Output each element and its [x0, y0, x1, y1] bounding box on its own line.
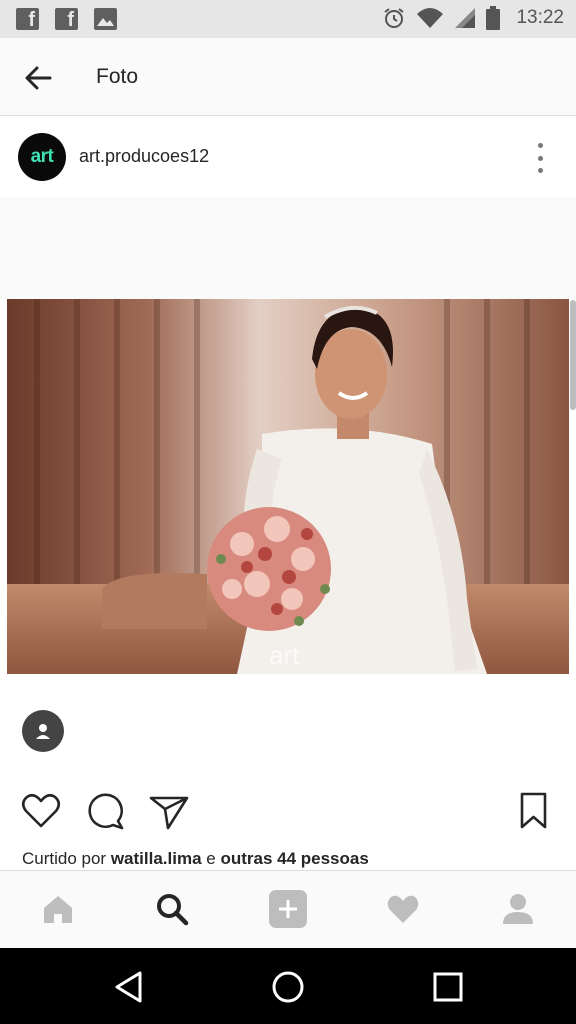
signal-icon	[455, 8, 476, 28]
send-icon[interactable]	[148, 790, 190, 832]
system-navigation-bar	[0, 948, 576, 1024]
heart-icon[interactable]	[20, 790, 62, 832]
photo-watermark: art	[269, 640, 300, 670]
avatar[interactable]: art	[18, 133, 66, 181]
post-spacer	[0, 197, 576, 299]
facebook-icon: f	[16, 8, 39, 31]
facebook-icon: f	[55, 8, 78, 31]
alarm-icon	[384, 8, 405, 28]
post-tag-area	[0, 674, 576, 774]
wifi-icon	[417, 8, 444, 28]
post-username[interactable]: art.producoes12	[79, 146, 209, 167]
person-tag-icon[interactable]	[22, 710, 64, 752]
top-app-bar: Foto	[0, 38, 576, 116]
add-icon[interactable]	[268, 889, 308, 929]
search-icon[interactable]	[152, 889, 192, 929]
likes-prefix: Curtido por	[22, 849, 111, 868]
battery-icon	[486, 6, 501, 30]
likes-connector: e	[201, 849, 221, 868]
likes-summary[interactable]: Curtido por watilla.lima e outras 44 pes…	[22, 849, 369, 869]
scrollbar[interactable]	[570, 300, 576, 410]
liked-by-user[interactable]: watilla.lima	[111, 849, 202, 868]
heart-icon[interactable]	[383, 889, 423, 929]
post-photo[interactable]: art	[7, 299, 569, 674]
home-icon[interactable]	[38, 889, 78, 929]
recents-square-icon[interactable]	[429, 968, 467, 1006]
profile-icon[interactable]	[498, 889, 538, 929]
home-circle-icon[interactable]	[269, 968, 307, 1006]
likes-others[interactable]: outras 44 pessoas	[220, 849, 368, 868]
page-title: Foto	[96, 65, 139, 88]
arrow-back-icon[interactable]	[20, 60, 56, 96]
bookmark-icon[interactable]	[512, 790, 554, 832]
more-vertical-icon[interactable]	[530, 143, 550, 173]
post-actions: Curtido por watilla.lima e outras 44 pes…	[0, 770, 576, 870]
back-triangle-icon[interactable]	[110, 968, 148, 1006]
bottom-navigation	[0, 870, 576, 948]
comment-icon[interactable]	[85, 790, 127, 832]
status-bar: f f 13:22	[0, 0, 576, 38]
post-header: art art.producoes12	[0, 117, 576, 197]
image-icon	[94, 8, 117, 30]
status-time: 13:22	[516, 7, 564, 28]
